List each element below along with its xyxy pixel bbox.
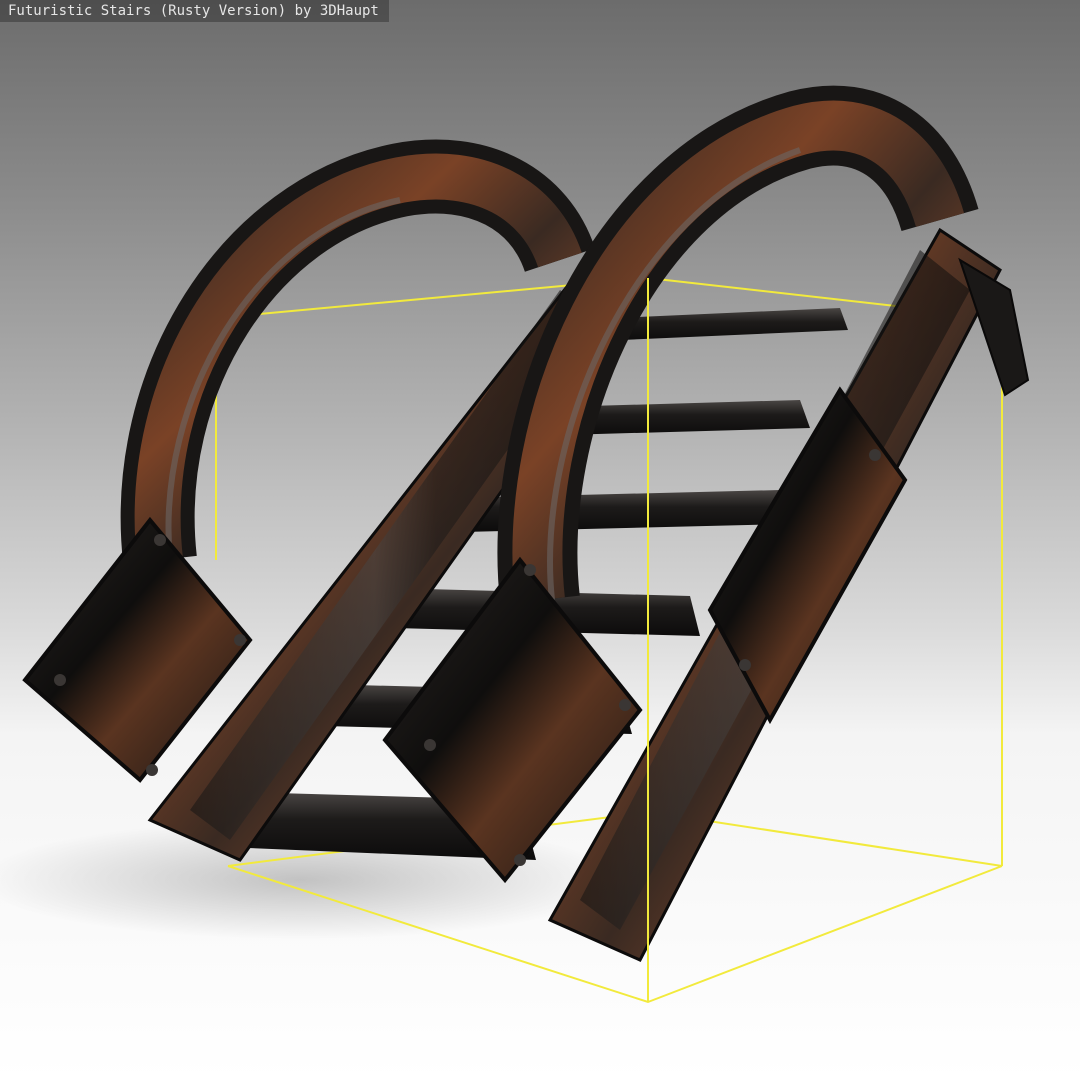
3d-viewport[interactable]: Futuristic Stairs (Rusty Version) by 3DH… [0,0,1080,1080]
right-railing [382,85,1030,962]
stairs-scene[interactable] [0,0,1080,1080]
